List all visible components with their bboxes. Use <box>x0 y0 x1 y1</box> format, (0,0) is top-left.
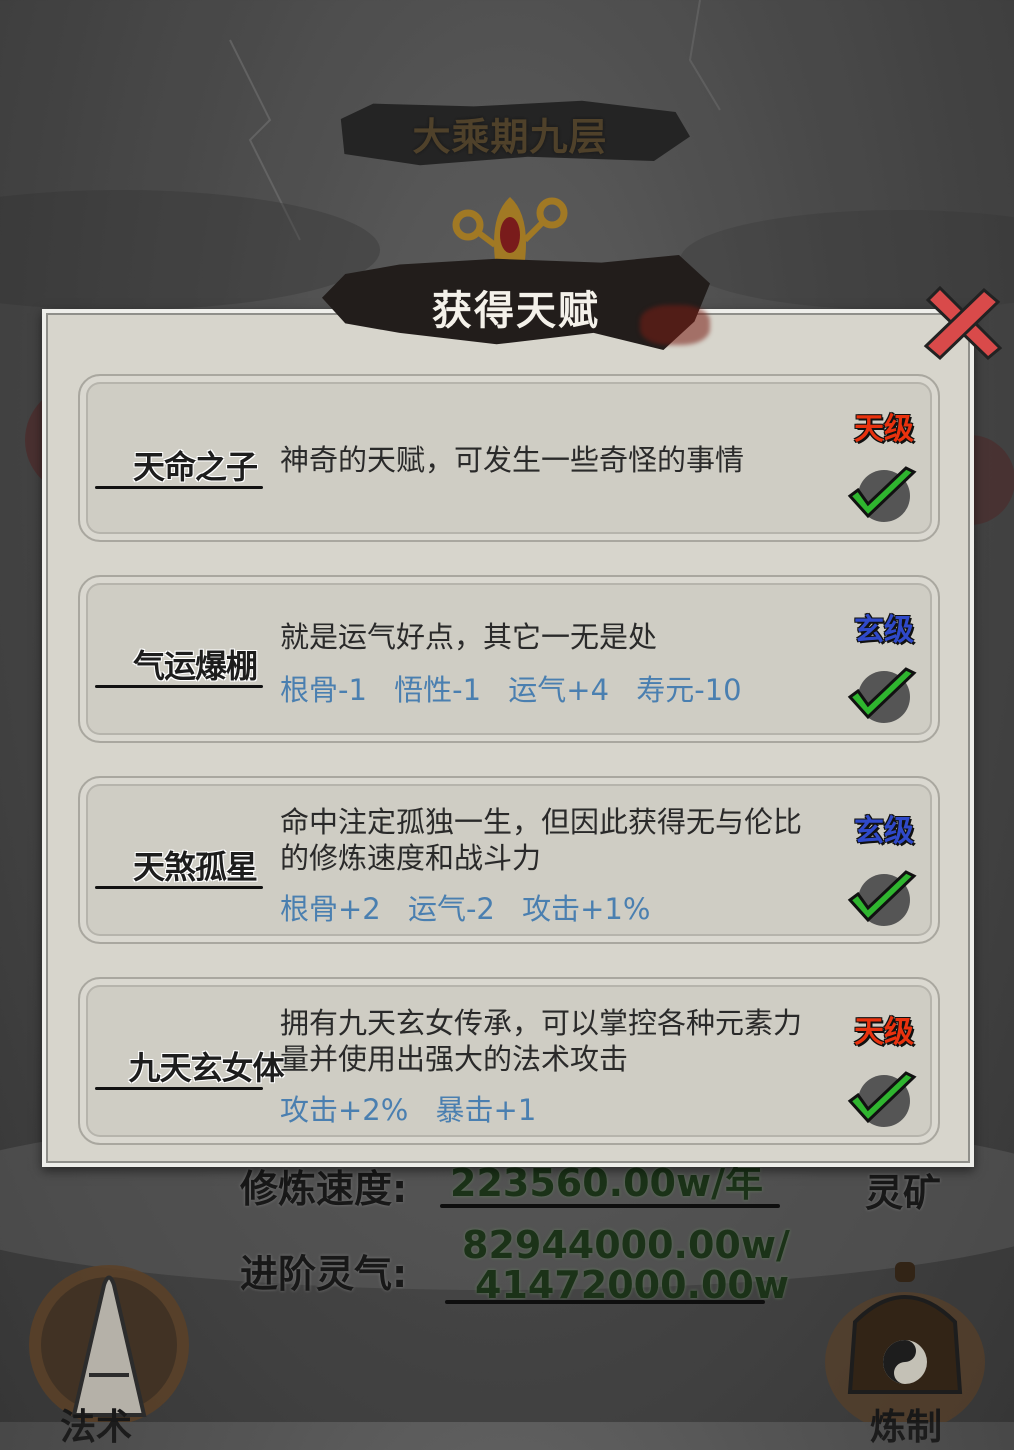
talent-name-underline <box>95 886 263 889</box>
talent-stat: 攻击+2% <box>280 1093 409 1127</box>
talent-card[interactable]: 天命之子 神奇的天赋，可发生一些奇怪的事情 天级 <box>78 374 940 542</box>
talent-name: 气运爆棚 <box>132 647 258 685</box>
talent-stat: 寿元-10 <box>636 673 742 707</box>
talent-grade: 玄级 <box>854 814 914 849</box>
talent-description: 就是运气好点，其它一无是处 <box>280 620 658 654</box>
talent-grade: 玄级 <box>854 613 914 648</box>
talent-description: 神奇的天赋，可发生一些奇怪的事情 <box>280 443 745 477</box>
talent-grade: 天级 <box>854 1015 914 1050</box>
talent-name-underline <box>95 1087 263 1090</box>
talent-stat: 运气-2 <box>407 892 495 926</box>
talent-card[interactable]: 气运爆棚 就是运气好点，其它一无是处 根骨-1 悟性-1 运气+4 寿元-10 … <box>78 575 940 743</box>
check-icon[interactable] <box>846 1071 918 1131</box>
talent-stat: 运气+4 <box>508 673 610 707</box>
talent-stat: 攻击+1% <box>522 892 651 926</box>
talent-description: 命中注定孤独一生，但因此获得无与伦比的修炼速度和战斗力 <box>280 805 803 875</box>
close-x-icon[interactable] <box>918 280 1008 370</box>
talent-name: 天煞孤星 <box>132 848 258 886</box>
talent-grade: 天级 <box>854 412 914 447</box>
talent-stat: 悟性-1 <box>394 673 482 707</box>
talent-stats: 根骨-1 悟性-1 运气+4 寿元-10 <box>280 667 840 709</box>
talent-card[interactable]: 天煞孤星 命中注定孤独一生，但因此获得无与伦比的修炼速度和战斗力 根骨+2 运气… <box>78 776 940 944</box>
talent-name: 九天玄女体 <box>128 1049 284 1087</box>
talent-name: 天命之子 <box>132 448 258 486</box>
talent-name-underline <box>95 486 263 489</box>
check-icon[interactable] <box>846 667 918 727</box>
talent-description: 拥有九天玄女传承，可以掌控各种元素力量并使用出强大的法术攻击 <box>280 1006 803 1076</box>
talent-stats: 根骨+2 运气-2 攻击+1% <box>280 886 840 928</box>
talent-name-underline <box>95 685 263 688</box>
check-icon[interactable] <box>846 466 918 526</box>
dialog-title: 获得天赋 <box>432 288 600 334</box>
talent-stats: 攻击+2% 暴击+1 <box>280 1087 840 1129</box>
talent-stat: 暴击+1 <box>435 1093 537 1127</box>
talent-stat: 根骨-1 <box>280 673 367 707</box>
talent-card[interactable]: 九天玄女体 拥有九天玄女传承，可以掌控各种元素力量并使用出强大的法术攻击 攻击+… <box>78 977 940 1145</box>
talent-stat: 根骨+2 <box>280 892 381 926</box>
check-icon[interactable] <box>846 870 918 930</box>
